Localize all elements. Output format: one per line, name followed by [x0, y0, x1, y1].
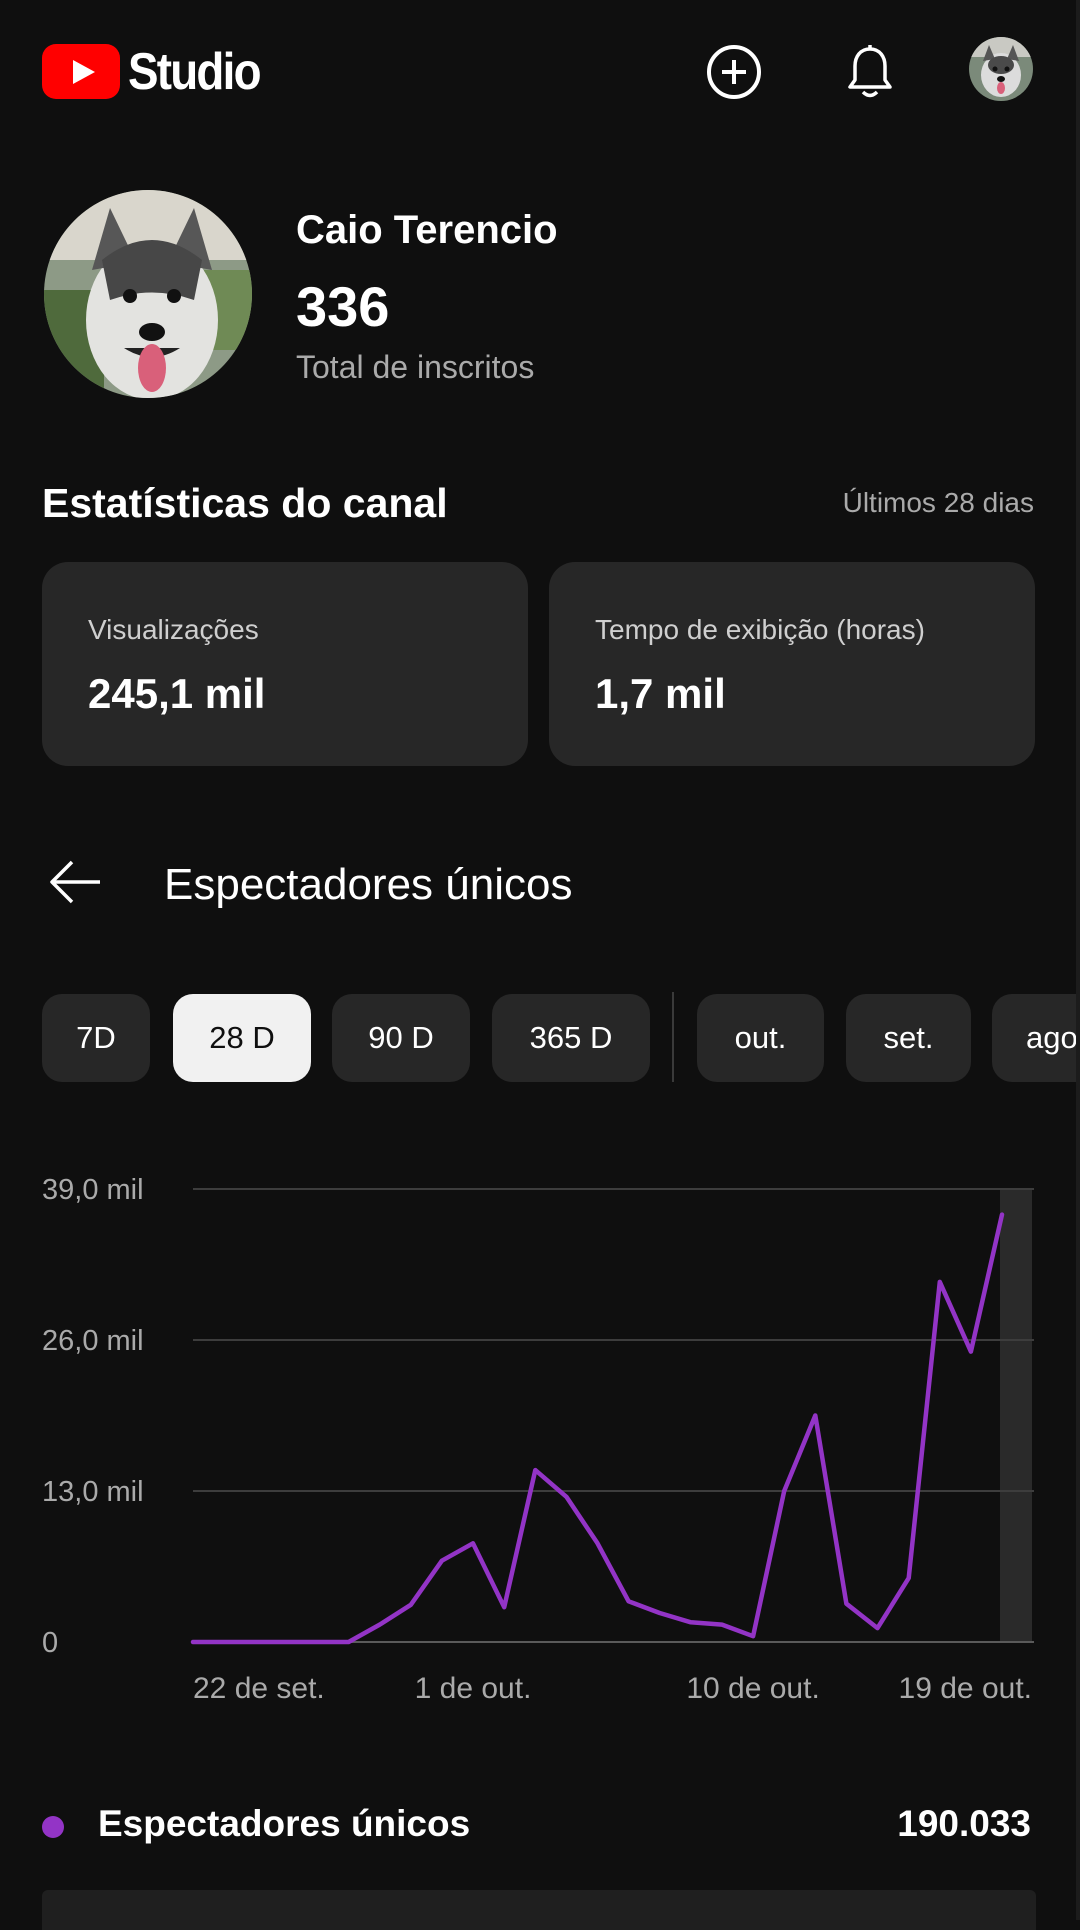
watch-time-label: Tempo de exibição (horas): [595, 614, 925, 645]
chip-divider: [672, 992, 674, 1082]
legend-dot: [42, 1816, 64, 1838]
husky-avatar-image: [969, 37, 1033, 101]
back-button[interactable]: [48, 858, 104, 906]
chart-y-ticks: 0 13,0 mil 26,0 mil 39,0 mil: [42, 1174, 144, 1659]
chip-28d[interactable]: 28 D: [173, 994, 311, 1082]
unique-viewers-chart[interactable]: 0 13,0 mil 26,0 mil 39,0 mil 22 de set. 1 de…: [0, 1140, 1080, 1720]
views-label: Visualizações: [88, 614, 259, 645]
chart-x-ticks: 22 de set. 1 de out. 10 de out. 19 de out.: [193, 1672, 1032, 1705]
youtube-logo-icon: [42, 44, 120, 99]
chip-7d[interactable]: 7D: [42, 994, 150, 1082]
chip-set[interactable]: set.: [846, 994, 971, 1082]
x-tick-label: 19 de out.: [899, 1672, 1032, 1705]
y-tick-label: 13,0 mil: [42, 1476, 144, 1508]
youtube-studio-logo[interactable]: Studio: [42, 44, 278, 99]
chip-ago[interactable]: ago: [992, 994, 1080, 1082]
x-tick-label: 1 de out.: [415, 1672, 532, 1705]
subscriber-count: 336: [296, 275, 390, 338]
back-arrow-icon: [50, 860, 100, 904]
chip-365d[interactable]: 365 D: [492, 994, 650, 1082]
chart-highlight-band: [1000, 1189, 1032, 1642]
scroll-edge: [1076, 0, 1080, 1920]
bottom-panel: [42, 1890, 1036, 1930]
x-tick-label: 10 de out.: [686, 1672, 819, 1705]
notifications-button[interactable]: [840, 42, 900, 102]
stats-period: Últimos 28 dias: [842, 487, 1034, 518]
y-tick-label: 26,0 mil: [42, 1325, 144, 1357]
y-tick-label: 0: [42, 1627, 58, 1659]
chip-out[interactable]: out.: [697, 994, 824, 1082]
account-avatar[interactable]: [969, 37, 1033, 101]
y-tick-label: 39,0 mil: [42, 1174, 144, 1206]
x-tick-label: 22 de set.: [193, 1672, 325, 1705]
watch-time-card[interactable]: Tempo de exibição (horas) 1,7 mil: [549, 562, 1035, 766]
views-value: 245,1 mil: [88, 670, 266, 717]
chip-90d[interactable]: 90 D: [332, 994, 470, 1082]
section-title: Espectadores únicos: [164, 860, 573, 909]
views-card[interactable]: Visualizações 245,1 mil: [42, 562, 528, 766]
channel-avatar[interactable]: [44, 190, 252, 398]
husky-channel-image: [44, 190, 252, 398]
channel-stats-title: Estatísticas do canal: [42, 480, 448, 526]
legend-label: Espectadores únicos: [98, 1803, 471, 1844]
series-line-unique-viewers: [190, 1212, 1005, 1645]
watch-time-value: 1,7 mil: [595, 670, 726, 717]
notifications-bell-icon: [848, 45, 892, 98]
channel-name: Caio Terencio: [296, 208, 558, 252]
create-plus-icon: [707, 45, 761, 99]
create-button[interactable]: [704, 42, 764, 102]
subscriber-label: Total de inscritos: [296, 349, 535, 385]
legend-value: 190.033: [897, 1803, 1031, 1844]
logo-text: Studio: [128, 42, 262, 101]
